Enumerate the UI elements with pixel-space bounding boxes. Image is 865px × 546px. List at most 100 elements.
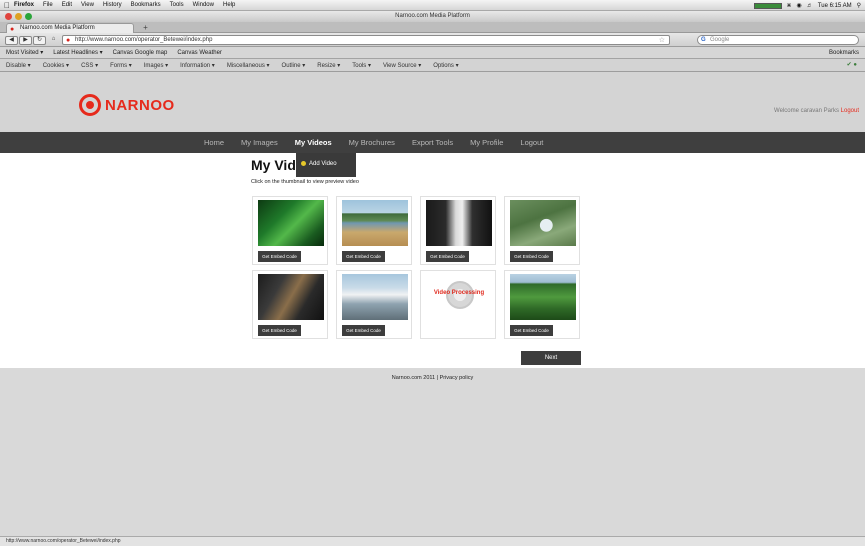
nav-home[interactable]: Home — [204, 138, 224, 147]
tab-bar: ● Narnoo.com Media Platform + — [0, 22, 865, 33]
nav-my-brochures[interactable]: My Brochures — [349, 138, 395, 147]
bookmarks-menu-button[interactable]: Bookmarks — [829, 47, 859, 59]
nav-export-tools[interactable]: Export Tools — [412, 138, 453, 147]
close-window-icon[interactable] — [5, 13, 12, 20]
tab-label: Narnoo.com Media Platform — [20, 25, 95, 31]
url-text: http://www.narnoo.com/operator_Betewei/i… — [75, 37, 213, 43]
addon-images[interactable]: Images ▾ — [144, 62, 168, 69]
video-card: Get Embed Code — [252, 196, 328, 265]
video-thumbnail[interactable] — [342, 200, 408, 246]
addon-information[interactable]: Information ▾ — [180, 62, 215, 69]
bookmark-canvas-weather[interactable]: Canvas Weather — [177, 50, 222, 56]
site-nav: Home My Images My Videos My Brochures Ex… — [0, 132, 865, 153]
menu-tools[interactable]: Tools — [170, 2, 184, 8]
menu-file[interactable]: File — [43, 2, 53, 8]
addon-outline[interactable]: Outline ▾ — [282, 62, 306, 69]
video-thumbnail[interactable] — [426, 200, 492, 246]
home-icon[interactable]: ⌂ — [47, 36, 60, 45]
menubar-clock[interactable]: Tue 6:15 AM — [818, 3, 852, 9]
bluetooth-icon[interactable]: ⋇ — [787, 2, 792, 9]
apple-icon[interactable]:  — [0, 0, 14, 11]
get-embed-code-button[interactable]: Get Embed Code — [258, 251, 301, 262]
bookmark-canvas-map[interactable]: Canvas Google map — [113, 50, 168, 56]
window-controls — [5, 13, 32, 20]
os-menubar:  Firefox File Edit View History Bookmar… — [0, 0, 865, 11]
video-thumbnail[interactable] — [510, 200, 576, 246]
get-embed-code-button[interactable]: Get Embed Code — [258, 325, 301, 336]
narnoo-logo[interactable]: NARNOO — [79, 94, 175, 116]
video-processing-placeholder: Video Processing — [426, 274, 492, 320]
bookmark-latest-headlines[interactable]: Latest Headlines ▾ — [53, 49, 102, 56]
search-placeholder: Google — [710, 37, 730, 43]
video-card: Get Embed Code — [336, 270, 412, 339]
addon-view-source[interactable]: View Source ▾ — [383, 62, 421, 69]
processing-label: Video Processing — [433, 290, 485, 296]
video-card: Get Embed Code — [252, 270, 328, 339]
menu-help[interactable]: Help — [223, 2, 235, 8]
addon-css[interactable]: CSS ▾ — [81, 62, 98, 69]
wifi-icon[interactable]: ◉ — [797, 2, 802, 9]
logo-mark-icon — [79, 94, 101, 116]
next-button[interactable]: Next — [521, 351, 581, 365]
get-embed-code-button[interactable]: Get Embed Code — [342, 251, 385, 262]
zoom-window-icon[interactable] — [25, 13, 32, 20]
addon-forms[interactable]: Forms ▾ — [110, 62, 132, 69]
get-embed-code-button[interactable]: Get Embed Code — [510, 251, 553, 262]
addon-toolbar: Disable ▾ Cookies ▾ CSS ▾ Forms ▾ Images… — [0, 59, 865, 72]
addon-tools[interactable]: Tools ▾ — [352, 62, 371, 69]
footer-text: Narnoo.com 2011 | Privacy policy — [391, 375, 474, 381]
menu-bookmarks[interactable]: Bookmarks — [131, 2, 161, 8]
site-header: NARNOO Welcome caravan Parks Logout — [0, 72, 865, 132]
add-video-link[interactable]: Add Video — [309, 161, 337, 167]
addon-miscellaneous[interactable]: Miscellaneous ▾ — [227, 62, 270, 69]
bookmark-most-visited[interactable]: Most Visited ▾ — [6, 49, 43, 56]
menubar-status: ⋇ ◉ ♬ Tue 6:15 AM ⚲ — [753, 0, 861, 11]
menu-window[interactable]: Window — [193, 2, 214, 8]
battery-icon[interactable] — [753, 2, 782, 9]
navigation-toolbar: ◀ ▶ ↻ ⌂ ● http://www.narnoo.com/operator… — [0, 33, 865, 47]
nav-my-images[interactable]: My Images — [241, 138, 278, 147]
nav-my-videos[interactable]: My Videos — [295, 138, 332, 147]
addon-options[interactable]: Options ▾ — [433, 62, 458, 69]
video-thumbnail[interactable] — [258, 200, 324, 246]
window-titlebar: Narnoo.com Media Platform — [0, 11, 865, 22]
video-thumbnail[interactable] — [258, 274, 324, 320]
url-field[interactable]: ● http://www.narnoo.com/operator_Betewei… — [62, 35, 670, 45]
search-field[interactable]: G Google — [697, 35, 859, 45]
window-title: Narnoo.com Media Platform — [395, 13, 470, 19]
get-embed-code-button[interactable]: Get Embed Code — [426, 251, 469, 262]
add-icon — [301, 161, 306, 166]
menu-edit[interactable]: Edit — [62, 2, 72, 8]
bookmarks-toolbar: Most Visited ▾ Latest Headlines ▾ Canvas… — [0, 47, 865, 59]
get-embed-code-button[interactable]: Get Embed Code — [342, 325, 385, 336]
bookmark-star-icon[interactable]: ☆ — [659, 36, 665, 45]
nav-my-profile[interactable]: My Profile — [470, 138, 503, 147]
menu-firefox[interactable]: Firefox — [14, 2, 34, 8]
volume-icon[interactable]: ♬ — [807, 3, 813, 9]
site-favicon-icon: ● — [66, 37, 71, 44]
spotlight-icon[interactable]: ⚲ — [857, 2, 861, 9]
addon-cookies[interactable]: Cookies ▾ — [43, 62, 69, 69]
video-card: Get Embed Code — [504, 270, 580, 339]
addon-disable[interactable]: Disable ▾ — [6, 62, 31, 69]
reload-button[interactable]: ↻ — [33, 36, 46, 45]
videos-dropdown: Add Video — [296, 153, 356, 177]
video-card: Get Embed Code — [504, 196, 580, 265]
forward-button[interactable]: ▶ — [19, 36, 32, 45]
menu-view[interactable]: View — [81, 2, 94, 8]
minimize-window-icon[interactable] — [15, 13, 22, 20]
nav-logout[interactable]: Logout — [520, 138, 543, 147]
back-button[interactable]: ◀ — [5, 36, 18, 45]
video-thumbnail[interactable] — [342, 274, 408, 320]
browser-statusbar: http://www.narnoo.com/operator_Betewei/i… — [0, 536, 865, 546]
addon-status-icon[interactable]: ✔ ● — [847, 59, 857, 72]
new-tab-button[interactable]: + — [139, 23, 152, 33]
search-engine-icon[interactable]: G — [701, 36, 706, 45]
get-embed-code-button[interactable]: Get Embed Code — [510, 325, 553, 336]
logo-text: NARNOO — [105, 96, 175, 114]
menu-history[interactable]: History — [103, 2, 122, 8]
video-thumbnail[interactable] — [510, 274, 576, 320]
tab-narnoo[interactable]: ● Narnoo.com Media Platform — [6, 23, 134, 33]
header-logout-link[interactable]: Logout — [841, 108, 859, 114]
addon-resize[interactable]: Resize ▾ — [317, 62, 340, 69]
